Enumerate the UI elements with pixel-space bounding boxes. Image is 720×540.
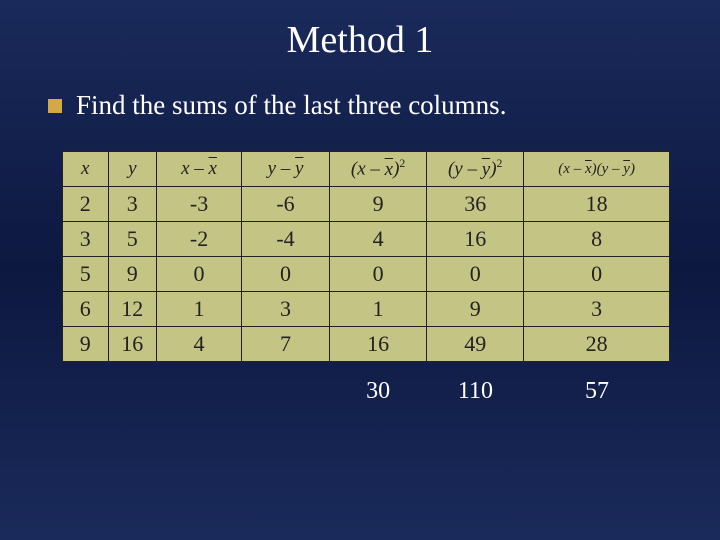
cell: 16 — [108, 327, 157, 362]
cell: 7 — [242, 327, 330, 362]
cell: 12 — [108, 292, 157, 327]
cell: -6 — [242, 187, 330, 222]
table-row: 3 5 -2 -4 4 16 8 — [63, 222, 670, 257]
table-row: 6 12 1 3 1 9 3 — [63, 292, 670, 327]
cell: 18 — [524, 187, 670, 222]
cell: 3 — [108, 187, 157, 222]
cell: 49 — [427, 327, 524, 362]
table-body: 2 3 -3 -6 9 36 18 3 5 -2 -4 4 16 8 5 9 0… — [63, 187, 670, 362]
cell: 16 — [330, 327, 427, 362]
cell: 5 — [63, 257, 109, 292]
cell: 0 — [330, 257, 427, 292]
col-header-xdev: x – x — [157, 152, 242, 187]
cell: 5 — [108, 222, 157, 257]
cell: 28 — [524, 327, 670, 362]
data-table: x y x – x y – y (x – x)2 (y – y)2 (x – x… — [62, 151, 670, 362]
cell: 3 — [63, 222, 109, 257]
table-row: 5 9 0 0 0 0 0 — [63, 257, 670, 292]
cell: 0 — [427, 257, 524, 292]
col-header-xdev-sq: (x – x)2 — [330, 152, 427, 187]
sum-product: 57 — [524, 378, 670, 405]
cell: 9 — [108, 257, 157, 292]
cell: 1 — [330, 292, 427, 327]
cell: 4 — [330, 222, 427, 257]
cell: 0 — [242, 257, 330, 292]
cell: 6 — [63, 292, 109, 327]
col-header-x: x — [63, 152, 109, 187]
cell: 2 — [63, 187, 109, 222]
cell: 3 — [524, 292, 670, 327]
table-header-row: x y x – x y – y (x – x)2 (y – y)2 (x – x… — [63, 152, 670, 187]
cell: -3 — [157, 187, 242, 222]
col-header-ydev-sq: (y – y)2 — [427, 152, 524, 187]
cell: 8 — [524, 222, 670, 257]
cell: 4 — [157, 327, 242, 362]
bullet-line: Find the sums of the last three columns. — [48, 90, 720, 121]
square-bullet-icon — [48, 99, 62, 113]
cell: 9 — [330, 187, 427, 222]
table-row: 2 3 -3 -6 9 36 18 — [63, 187, 670, 222]
cell: 9 — [427, 292, 524, 327]
cell: 9 — [63, 327, 109, 362]
cell: 3 — [242, 292, 330, 327]
cell: -2 — [157, 222, 242, 257]
cell: 0 — [157, 257, 242, 292]
sum-ydev-sq: 110 — [427, 378, 524, 405]
cell: 16 — [427, 222, 524, 257]
slide-title: Method 1 — [0, 0, 720, 62]
cell: 0 — [524, 257, 670, 292]
col-header-ydev: y – y — [242, 152, 330, 187]
sums-row: 30 110 57 — [62, 378, 670, 405]
cell: -4 — [242, 222, 330, 257]
col-header-y: y — [108, 152, 157, 187]
sum-xdev-sq: 30 — [329, 378, 426, 405]
cell: 36 — [427, 187, 524, 222]
data-table-wrap: x y x – x y – y (x – x)2 (y – y)2 (x – x… — [62, 151, 670, 362]
cell: 1 — [157, 292, 242, 327]
col-header-product: (x – x)(y – y) — [524, 152, 670, 187]
bullet-text: Find the sums of the last three columns. — [76, 90, 506, 121]
table-row: 9 16 4 7 16 49 28 — [63, 327, 670, 362]
